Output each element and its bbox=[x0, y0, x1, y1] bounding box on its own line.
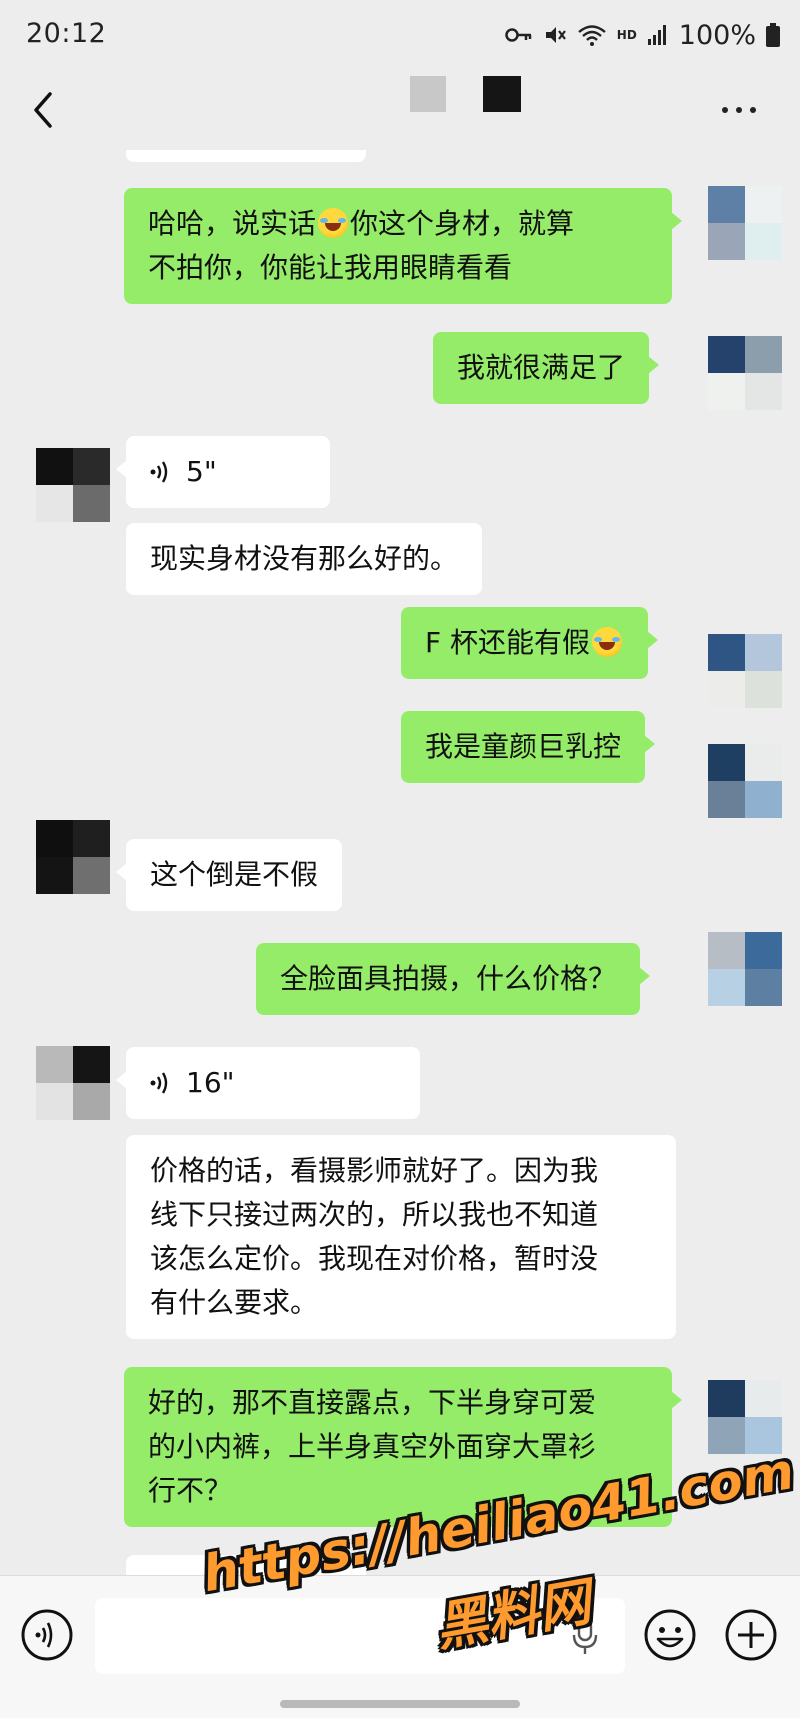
mute-icon bbox=[545, 27, 566, 43]
input-bar bbox=[0, 1575, 800, 1718]
contact-avatar[interactable] bbox=[36, 820, 110, 894]
more-options-button[interactable] bbox=[722, 96, 764, 124]
message-line: 价格的话，看摄影师就好了。因为我 bbox=[150, 1154, 599, 1187]
message-line: 这个倒是不假 bbox=[150, 858, 319, 891]
chat-header bbox=[0, 70, 800, 150]
my-avatar[interactable] bbox=[708, 932, 782, 1006]
my-avatar[interactable] bbox=[708, 744, 782, 818]
battery-icon bbox=[766, 23, 780, 47]
chevron-left-icon bbox=[34, 92, 52, 128]
contact-avatar[interactable] bbox=[36, 448, 110, 522]
voice-message[interactable]: 5" bbox=[116, 436, 330, 508]
my-avatar[interactable] bbox=[708, 634, 782, 708]
voice-toggle-button[interactable] bbox=[20, 1608, 74, 1662]
message-line: 该怎么定价。我现在对价格，暂时没 bbox=[150, 1242, 599, 1275]
my-avatar[interactable] bbox=[708, 1380, 782, 1454]
outgoing-message[interactable]: 我是童颜巨乳控 bbox=[401, 711, 656, 783]
message-line: 的小内裤，上半身真空外面穿大罩衫 bbox=[148, 1430, 597, 1463]
laugh-cry-emoji-icon bbox=[318, 208, 349, 238]
message-line: 线下只接过两次的，所以我也不知道 bbox=[150, 1198, 599, 1231]
message-line: 我就很满足了 bbox=[457, 351, 626, 384]
wifi-icon bbox=[578, 25, 606, 46]
my-avatar[interactable] bbox=[708, 186, 782, 260]
voice-row: 16" bbox=[150, 1061, 396, 1105]
status-bar: 20:12 HD 100% bbox=[0, 0, 800, 70]
incoming-message[interactable]: 现实身材没有那么好的。 bbox=[126, 523, 483, 595]
message-line: 现实身材没有那么好的。 bbox=[150, 542, 459, 575]
message-line: 我是童颜巨乳控 bbox=[425, 730, 622, 763]
voice-duration: 16" bbox=[186, 1066, 235, 1099]
outgoing-message[interactable]: F 杯还能有假 bbox=[401, 607, 659, 679]
laugh-cry-emoji-icon bbox=[592, 627, 623, 657]
message-line: 全脸面具拍摄，什么价格？ bbox=[280, 962, 617, 995]
contact-avatar[interactable] bbox=[36, 1046, 110, 1120]
message-line: F 杯还能有假 bbox=[425, 621, 624, 665]
status-time: 20:12 bbox=[26, 18, 107, 49]
partial-message bbox=[126, 1555, 366, 1575]
outgoing-message[interactable]: 好的，那不直接露点，下半身穿可爱 的小内裤，上半身真空外面穿大罩衫 行不？ bbox=[124, 1367, 682, 1527]
plus-icon bbox=[725, 1609, 777, 1661]
incoming-message[interactable]: 价格的话，看摄影师就好了。因为我 线下只接过两次的，所以我也不知道 该怎么定价。… bbox=[126, 1135, 676, 1339]
more-functions-button[interactable] bbox=[724, 1608, 778, 1662]
emoji-button[interactable] bbox=[643, 1608, 697, 1662]
message-line: 有什么要求。 bbox=[150, 1286, 319, 1319]
emoji-icon bbox=[644, 1609, 696, 1661]
voice-message[interactable]: 16" bbox=[116, 1047, 420, 1119]
outgoing-message[interactable]: 我就很满足了 bbox=[433, 332, 660, 404]
key-icon bbox=[505, 28, 532, 42]
more-dot bbox=[722, 107, 728, 113]
message-line: 不拍你，你能让我用眼睛看看 bbox=[148, 251, 513, 284]
back-button[interactable] bbox=[28, 88, 58, 132]
my-avatar[interactable] bbox=[708, 336, 782, 410]
voice-duration: 5" bbox=[186, 455, 217, 488]
outgoing-message[interactable]: 全脸面具拍摄，什么价格？ bbox=[256, 943, 651, 1015]
voice-toggle-icon bbox=[21, 1609, 73, 1661]
message-line: 好的，那不直接露点，下半身穿可爱 bbox=[148, 1386, 597, 1419]
more-dot bbox=[750, 107, 756, 113]
microphone-icon[interactable] bbox=[572, 1618, 598, 1656]
message-input[interactable] bbox=[95, 1598, 625, 1674]
voice-wave-icon bbox=[150, 1072, 168, 1094]
incoming-message[interactable]: 这个倒是不假 bbox=[115, 839, 343, 911]
partial-message bbox=[126, 150, 366, 162]
voice-wave-icon bbox=[150, 461, 168, 483]
signal-icon bbox=[647, 25, 666, 45]
message-list[interactable]: 哈哈，说实话 你这个身材，就算 不拍你，你能让我用眼睛看看 我就很满足了 5" 现… bbox=[0, 150, 800, 1575]
network-type-label: HD bbox=[616, 28, 637, 42]
voice-row: 5" bbox=[150, 450, 306, 494]
battery-percent: 100% bbox=[678, 19, 756, 51]
message-line: 行不？ bbox=[148, 1474, 233, 1507]
status-icons: HD 100% bbox=[505, 18, 780, 52]
contact-name-pixelated bbox=[410, 76, 446, 112]
outgoing-message[interactable]: 哈哈，说实话 你这个身材，就算 不拍你，你能让我用眼睛看看 bbox=[124, 188, 682, 304]
contact-name-pixelated bbox=[483, 76, 521, 112]
message-line: 哈哈，说实话 你这个身材，就算 bbox=[148, 207, 575, 240]
more-dot bbox=[736, 107, 742, 113]
home-indicator[interactable] bbox=[280, 1700, 520, 1708]
